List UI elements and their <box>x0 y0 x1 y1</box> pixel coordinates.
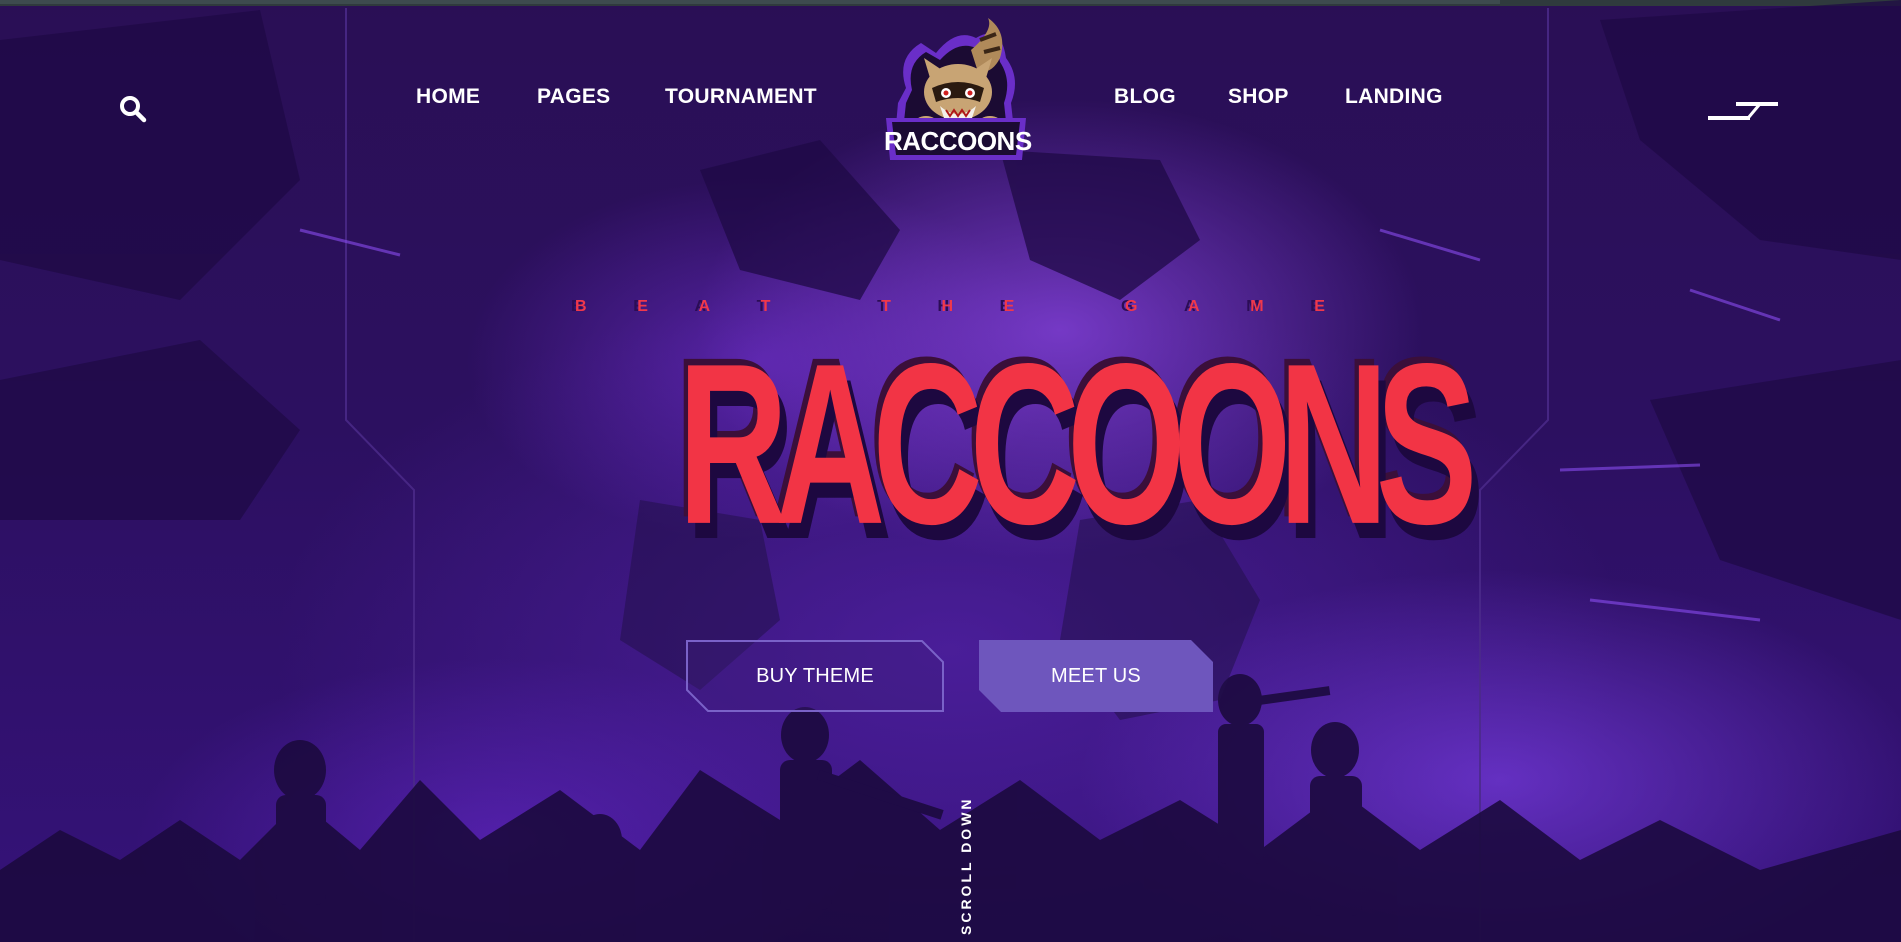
tagline-letter: T <box>881 298 891 315</box>
hero-title-text: RACCOONS <box>677 315 1478 572</box>
tagline-letter: T <box>760 298 771 315</box>
nav-pages[interactable]: PAGES <box>537 85 610 109</box>
buy-theme-label: BUY THEME <box>756 664 874 687</box>
logo-wordmark: RACCOONS <box>884 126 1032 156</box>
tagline-letter: M <box>1250 298 1264 315</box>
tagline-letter: A <box>1188 298 1200 315</box>
nav-landing[interactable]: LANDING <box>1345 85 1443 109</box>
scroll-down-link[interactable]: SCROLL DOWN <box>958 796 974 935</box>
hero-title: RACCOONS <box>572 329 1478 558</box>
tagline-letter: E <box>637 298 648 315</box>
search-icon <box>120 96 147 123</box>
nav-blog[interactable]: BLOG <box>1114 85 1176 109</box>
meet-us-button[interactable]: MEET US <box>979 640 1213 712</box>
nav-tournament[interactable]: TOURNAMENT <box>665 85 817 109</box>
hero-section: HOME PAGES TOURNAMENT RACCOONS BLOG SHOP… <box>0 0 1901 942</box>
tagline-letter: H <box>941 298 954 315</box>
nav-shop[interactable]: SHOP <box>1228 85 1289 109</box>
search-button[interactable] <box>118 94 148 124</box>
tagline-letter: G <box>1124 298 1138 315</box>
tagline-letter: A <box>698 298 711 315</box>
menu-toggle-button[interactable] <box>1706 100 1780 124</box>
tagline-letter: B <box>575 298 587 315</box>
tagline-letter: E <box>1314 298 1325 315</box>
nav-home[interactable]: HOME <box>416 85 480 109</box>
buy-theme-button[interactable]: BUY THEME <box>686 640 944 712</box>
tagline-letter: E <box>1003 298 1015 315</box>
meet-us-label: MEET US <box>1051 664 1141 687</box>
